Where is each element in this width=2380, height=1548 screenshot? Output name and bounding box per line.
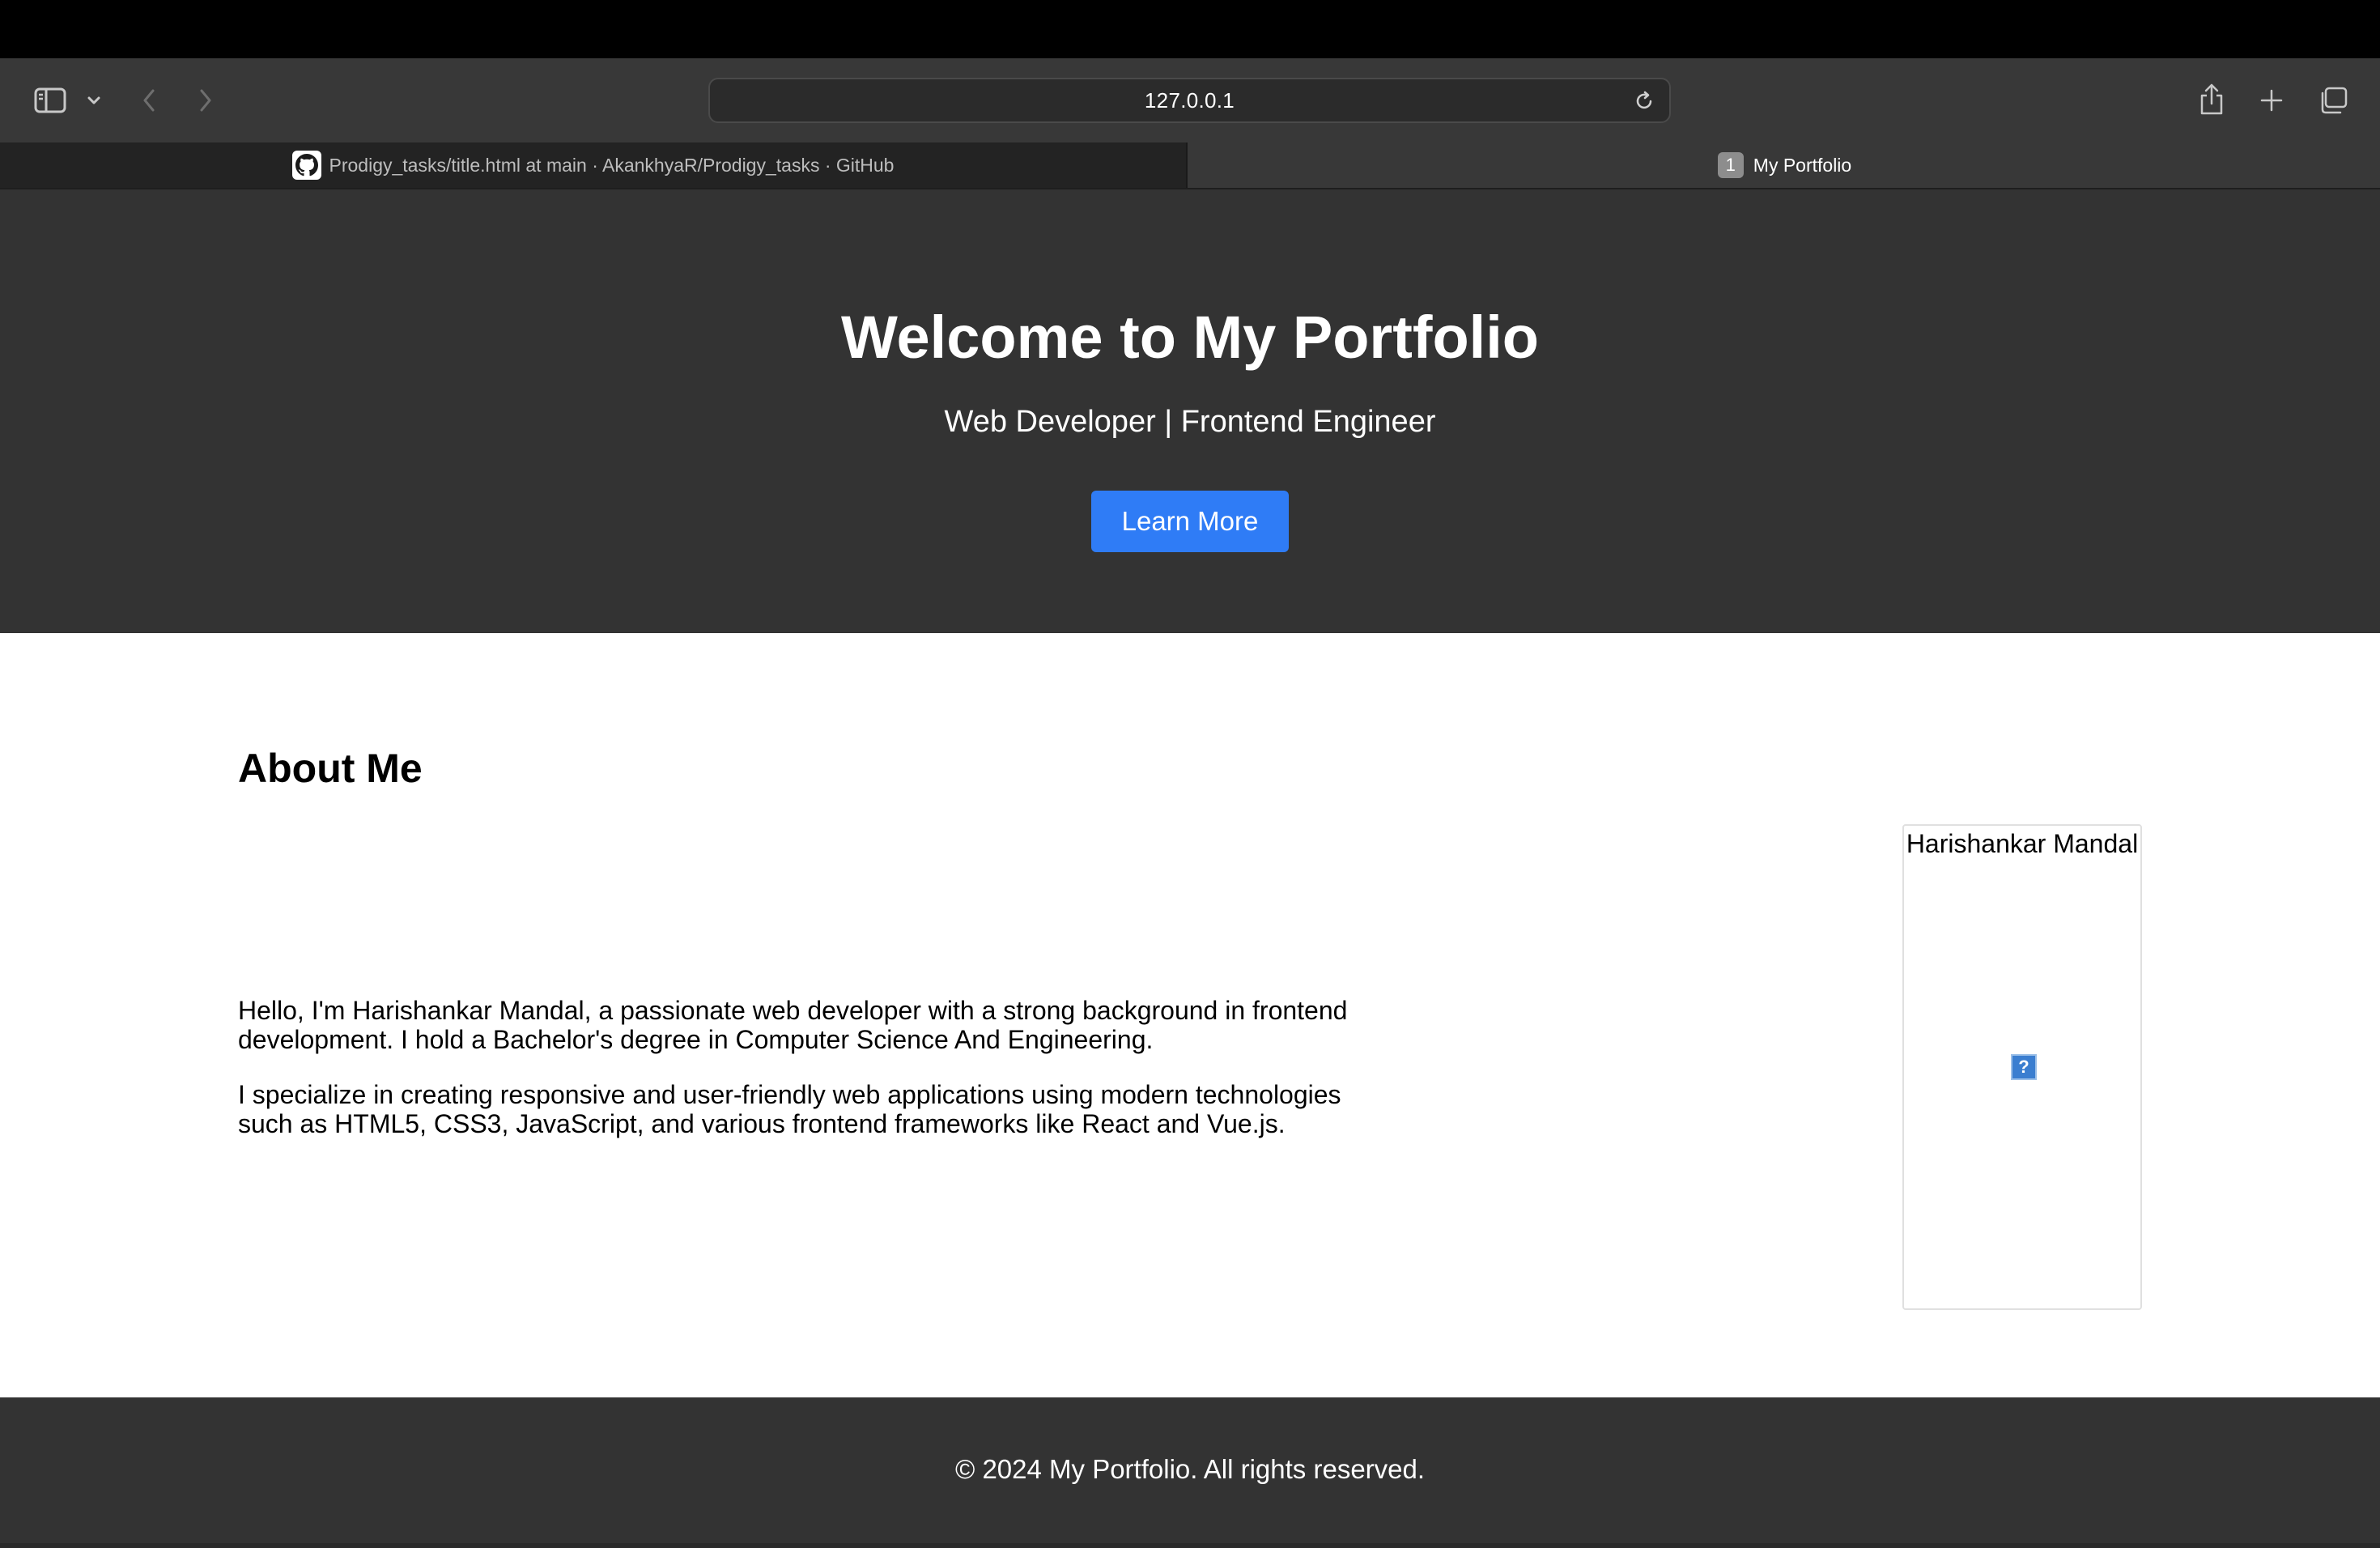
about-text: Hello, I'm Harishankar Mandal, a passion… [238,996,1388,1164]
web-page: Welcome to My Portfolio Web Developer | … [0,189,2380,1548]
footer-text: © 2024 My Portfolio. All rights reserved… [954,1454,1426,1484]
back-arrow-icon [143,89,155,112]
hero-section: Welcome to My Portfolio Web Developer | … [0,189,2380,633]
url-text: 127.0.0.1 [1144,87,1235,113]
address-bar[interactable]: 127.0.0.1 [708,78,1671,123]
tab-github[interactable]: Prodigy_tasks/title.html at main · Akank… [0,142,1188,188]
broken-image-icon: ? [2011,1054,2037,1080]
profile-image: Harishankar Mandal ? [1902,824,2142,1310]
sidebar-menu-button[interactable] [84,87,104,113]
page-footer: © 2024 My Portfolio. All rights reserved… [0,1397,2380,1548]
back-button[interactable] [136,84,162,117]
tab-my-portfolio[interactable]: 1 My Portfolio [1189,142,2380,188]
browser-toolbar: 127.0.0.1 [0,58,2380,142]
github-icon [291,151,321,180]
learn-more-button[interactable]: Learn More [1091,491,1289,552]
share-button[interactable] [2194,79,2229,120]
footer-bottom-edge [0,1543,2380,1548]
new-tab-button[interactable] [2254,83,2289,118]
about-paragraph: Hello, I'm Harishankar Mandal, a passion… [238,996,1348,1054]
about-heading: About Me [238,746,423,791]
system-menubar [0,0,2380,58]
tabs-overview-icon [2321,87,2348,114]
tab-label: My Portfolio [1753,154,1852,176]
tab-label: Prodigy_tasks/title.html at main · Akank… [329,154,895,176]
profile-image-alt-text: Harishankar Mandal [1906,829,2139,858]
plus-icon [2260,89,2283,112]
share-icon [2200,83,2223,115]
tab-overview-button[interactable] [2314,83,2352,118]
forward-arrow-icon [200,89,211,112]
sidebar-toggle-button[interactable] [31,83,70,118]
sidebar-icon [34,87,66,113]
reload-icon [1636,91,1652,109]
tab-number-badge: 1 [1717,152,1744,178]
hero-title: Welcome to My Portfolio [840,304,1540,371]
chevron-down-icon [87,96,100,104]
forward-button[interactable] [193,84,219,117]
about-paragraph: I specialize in creating responsive and … [238,1080,1341,1138]
hero-subtitle: Web Developer | Frontend Engineer [944,405,1436,439]
tab-strip: Prodigy_tasks/title.html at main · Akank… [0,142,2380,189]
reload-button[interactable] [1632,89,1656,113]
